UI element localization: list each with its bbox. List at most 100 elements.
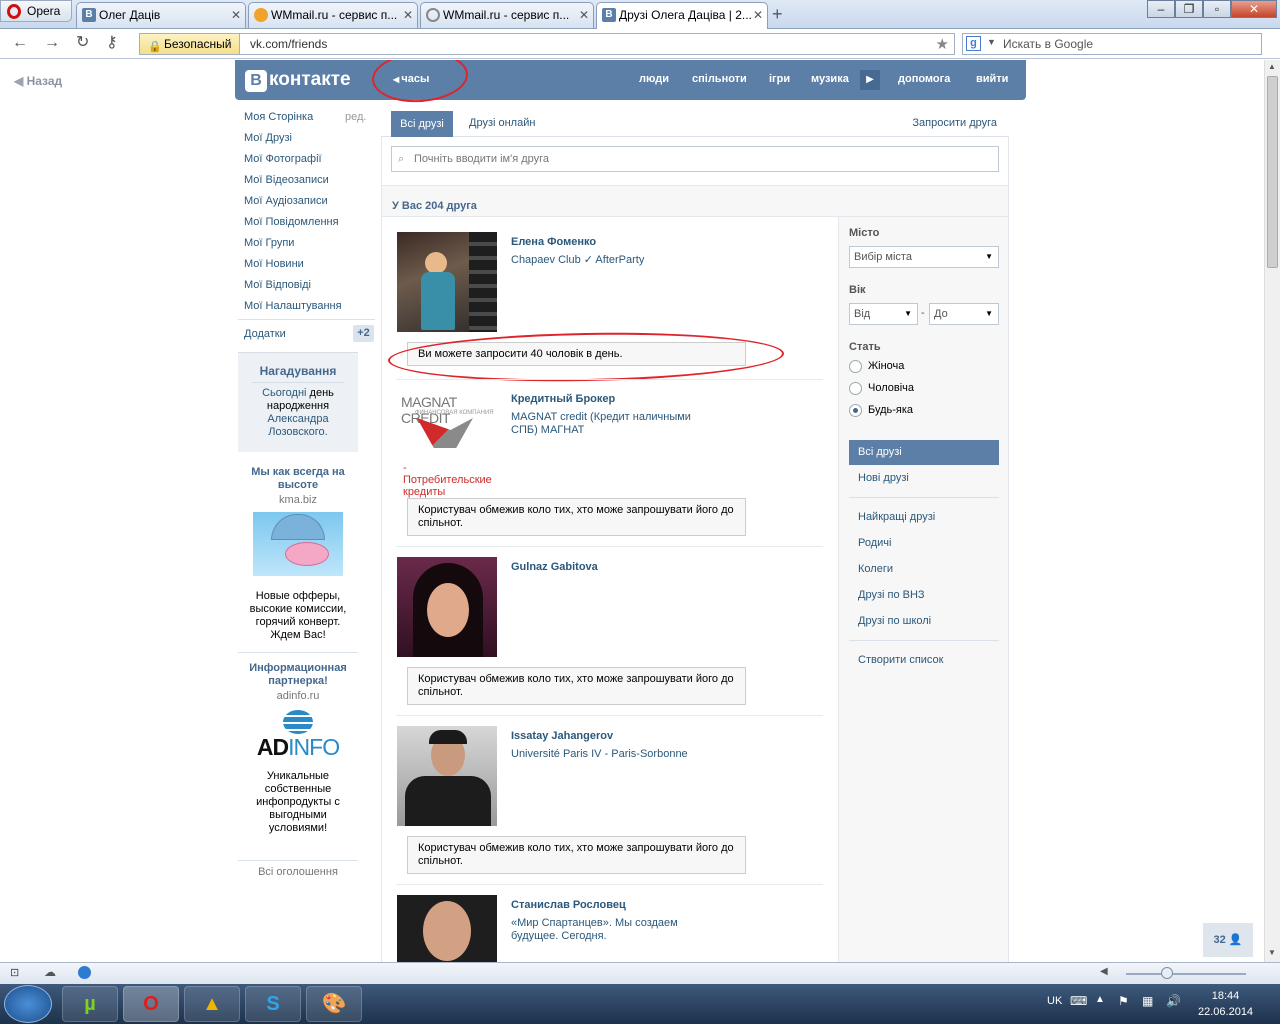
panel-toggle-icon[interactable]: ⊡ [10, 966, 19, 979]
friend-name[interactable]: Issatay Jahangerov [511, 730, 613, 742]
friend-name[interactable]: Кредитный Брокер [511, 393, 615, 405]
browser-tab-1[interactable]: B Олег Даців ✕ [76, 2, 246, 28]
apps-badge[interactable]: +2 [353, 325, 374, 342]
minimize-window-icon[interactable]: – [1147, 0, 1175, 18]
menu-my-photos[interactable]: Мої Фотографії [244, 153, 322, 165]
zoom-out-icon[interactable]: ◀ [1100, 966, 1108, 977]
list-school-friends[interactable]: Друзі по школі [858, 615, 931, 627]
list-new-friends[interactable]: Нові друзі [858, 472, 909, 484]
close-window-icon[interactable]: ✕ [1231, 0, 1277, 18]
windows-start-icon[interactable] [4, 985, 52, 1023]
friend-name[interactable]: Gulnaz Gabitova [511, 561, 598, 573]
friend-info[interactable]: Université Paris IV - Paris-Sorbonne [511, 748, 711, 761]
online-counter[interactable]: 32 👤 [1203, 923, 1253, 957]
menu-apps[interactable]: Додатки [244, 328, 286, 340]
forward-arrow-icon[interactable]: → [44, 35, 60, 51]
zoom-slider-handle[interactable] [1161, 967, 1173, 979]
menu-my-messages[interactable]: Мої Повідомлення [244, 216, 339, 228]
flag-icon[interactable]: ⚑ [1118, 994, 1129, 1008]
close-tab-icon[interactable]: ✕ [231, 3, 241, 27]
tab-friends-online[interactable]: Друзі онлайн [469, 117, 535, 129]
reload-icon[interactable]: ↻ [76, 35, 89, 51]
friend-search-input[interactable]: ⌕ Почніть вводити ім'я друга [391, 146, 999, 172]
language-indicator[interactable]: UK [1047, 995, 1062, 1007]
list-university-friends[interactable]: Друзі по ВНЗ [858, 589, 925, 601]
nav-logout[interactable]: вийти [976, 73, 1008, 85]
tab-all-friends[interactable]: Всі друзі [391, 111, 453, 137]
radio-male-label[interactable]: Чоловіча [868, 382, 914, 394]
search-engine-field[interactable]: g ▼ Искать в Google [962, 33, 1262, 55]
friend-photo[interactable] [397, 726, 497, 826]
radio-female[interactable] [849, 360, 862, 373]
utorrent-icon[interactable]: µ [62, 986, 118, 1022]
menu-my-groups[interactable]: Мої Групи [244, 237, 294, 249]
back-arrow-icon[interactable]: ← [12, 35, 28, 51]
friend-photo[interactable] [397, 232, 497, 332]
scroll-down-icon[interactable]: ▼ [1268, 948, 1276, 957]
chevron-down-icon[interactable]: ▼ [987, 37, 996, 47]
create-list-link[interactable]: Створити список [858, 654, 943, 666]
nav-games[interactable]: ігри [769, 73, 790, 85]
google-icon[interactable]: g [966, 36, 981, 51]
today-link[interactable]: Сьогодні [262, 387, 306, 399]
friend-photo[interactable] [397, 557, 497, 657]
skype-icon[interactable]: S [245, 986, 301, 1022]
radio-female-label[interactable]: Жіноча [868, 360, 904, 372]
menu-my-friends[interactable]: Мої Друзі [244, 132, 292, 144]
zoom-slider[interactable] [1126, 973, 1246, 975]
close-tab-icon[interactable]: ✕ [403, 3, 413, 27]
age-from-select[interactable]: Від ▼ [849, 303, 918, 325]
nav-music[interactable]: музика [811, 73, 849, 85]
invite-friend-link[interactable]: Запросити друга [912, 117, 997, 129]
keyboard-icon[interactable]: ⌨ [1070, 994, 1087, 1008]
url-text[interactable]: vk.com/friends [250, 37, 327, 51]
friend-name[interactable]: Станислав Рословец [511, 899, 626, 911]
security-badge[interactable]: 🔒 Безопасный [140, 34, 240, 54]
browser-tab-2[interactable]: WMmail.ru - сервис п... ✕ [248, 2, 418, 28]
restore-window-icon[interactable]: ❐ [1175, 0, 1203, 18]
friend-photo-magnat[interactable]: MAGNAT CREDIT ФИНАНСОВАЯ КОМПАНИЯ - Потр… [397, 392, 497, 498]
browser-tab-4-active[interactable]: B Друзі Олега Даціва | 2... ✕ [596, 2, 768, 29]
list-all-friends-selected[interactable]: Всі друзі [849, 440, 999, 465]
volume-icon[interactable]: 🔊 [1166, 994, 1181, 1008]
friend-info[interactable]: Chapaev Club ✓ AfterParty [511, 254, 701, 267]
close-tab-icon[interactable]: ✕ [579, 3, 589, 27]
close-tab-icon[interactable]: ✕ [753, 3, 763, 27]
list-colleagues[interactable]: Колеги [858, 563, 893, 575]
panel-icon[interactable]: ▫ [1203, 0, 1231, 18]
city-select[interactable]: Вибір міста ▼ [849, 246, 999, 268]
friend-photo[interactable] [397, 895, 497, 962]
speed-dial-icon[interactable] [78, 966, 91, 979]
bookmark-star-icon[interactable]: ★ [936, 35, 949, 53]
menu-my-answers[interactable]: Мої Відповіді [244, 279, 311, 291]
new-tab-icon[interactable]: + [772, 4, 783, 25]
menu-my-settings[interactable]: Мої Налаштування [244, 300, 342, 312]
opera-menu-button[interactable]: Opera [0, 0, 72, 22]
aimp-icon[interactable]: ▲ [184, 986, 240, 1022]
back-link[interactable]: ◀ Назад [14, 74, 62, 88]
scroll-up-icon[interactable]: ▲ [1268, 62, 1276, 71]
opera-taskbar-icon[interactable]: O [123, 986, 179, 1022]
system-clock[interactable]: 18:44 22.06.2014 [1198, 988, 1253, 1020]
vk-logo[interactable]: Вконтакте [245, 69, 375, 92]
scrollbar-thumb[interactable] [1267, 76, 1278, 268]
nav-communities[interactable]: спільноти [692, 73, 747, 85]
paint-icon[interactable]: 🎨 [306, 986, 362, 1022]
key-icon[interactable]: ⚷ [106, 35, 118, 51]
browser-tab-3[interactable]: WMmail.ru - сервис п... ✕ [420, 2, 594, 28]
network-icon[interactable]: ▦ [1142, 994, 1153, 1008]
radio-any-selected[interactable] [849, 404, 862, 417]
menu-my-videos[interactable]: Мої Відеозаписи [244, 174, 329, 186]
nav-people[interactable]: люди [639, 73, 669, 85]
all-ads-link[interactable]: Всі оголошення [238, 866, 358, 878]
friend-name[interactable]: Елена Фоменко [511, 236, 596, 248]
friend-info[interactable]: «Мир Спартанцев». Мы создаем будущее. Се… [511, 917, 691, 943]
cloud-icon[interactable]: ☁ [44, 965, 56, 979]
nav-help[interactable]: допомога [898, 73, 950, 85]
menu-my-audio[interactable]: Мої Аудіозаписи [244, 195, 328, 207]
birthday-name-link[interactable]: Александра [238, 413, 358, 426]
radio-any-label[interactable]: Будь-яка [868, 404, 913, 416]
menu-my-page[interactable]: Моя Сторінка [244, 111, 313, 123]
menu-my-news[interactable]: Мої Новини [244, 258, 304, 270]
ad-block-adinfo[interactable]: Информационная партнерка! adinfo.ru ADIN… [238, 662, 358, 835]
